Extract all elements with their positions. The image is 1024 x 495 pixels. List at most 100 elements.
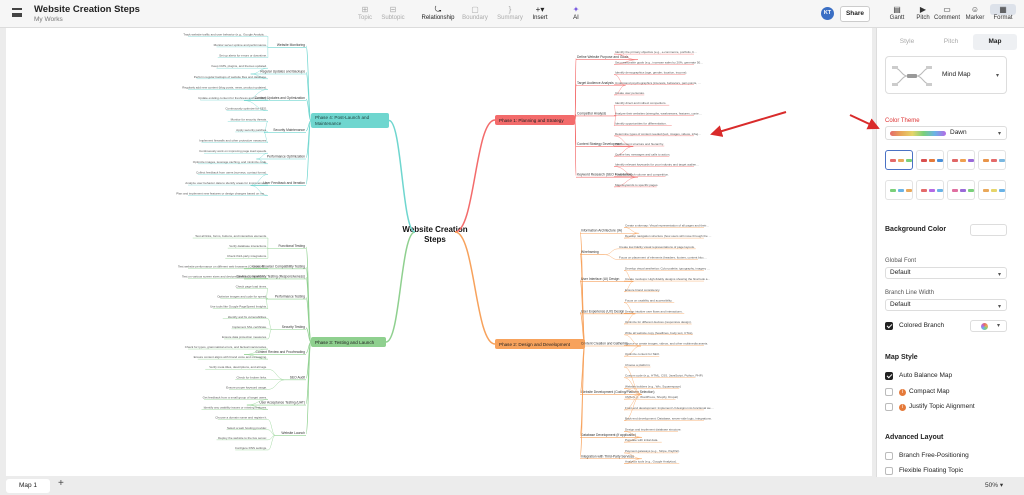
subtopic-label[interactable]: Content Review and Proofreading [256, 350, 306, 354]
tab-pitch[interactable]: Pitch [929, 34, 973, 50]
swatch-color [991, 159, 997, 162]
branch-free-positioning-label: Branch Free-Positioning [899, 452, 969, 459]
color-theme-selector[interactable]: Dawn ▾ [885, 126, 1007, 140]
mind-map-structure-icon [892, 66, 932, 86]
mind-map-canvas[interactable]: Website CreationStepsPhase 1: Planning a… [6, 28, 872, 476]
format-button[interactable]: ▦ Format [990, 4, 1016, 21]
zoom-level[interactable]: 50% ▾ [985, 481, 1003, 489]
comment-icon: ▭ [943, 5, 951, 14]
info-icon[interactable]: i [899, 389, 906, 396]
pitch-button[interactable]: ▶ Pitch [910, 4, 936, 21]
subtopic-label[interactable]: Security Testing [282, 325, 305, 329]
subtopic-label[interactable]: Website Monitoring [277, 43, 305, 47]
theme-swatch[interactable] [978, 180, 1006, 200]
colored-branch-picker[interactable]: ▾ [970, 320, 1007, 332]
global-font-select[interactable]: Default ▾ [885, 267, 1007, 279]
tab-map[interactable]: Map [973, 34, 1017, 50]
share-button[interactable]: Share [840, 6, 870, 22]
swatch-color [968, 189, 974, 192]
map-style-label: Map Style [885, 354, 918, 361]
theme-swatch[interactable] [947, 180, 975, 200]
subtopic-label[interactable]: Website Development (Coding/Platform Sel… [581, 390, 654, 394]
chevron-down-icon: ▾ [997, 323, 1001, 329]
pitch-icon: ▶ [919, 5, 927, 14]
compact-map-checkbox[interactable] [885, 388, 893, 396]
auto-balance-checkbox[interactable] [885, 372, 893, 380]
theme-swatch[interactable] [978, 150, 1006, 170]
subtopic-label[interactable]: Performance Optimization [267, 155, 305, 159]
background-color-picker[interactable] [970, 224, 1007, 236]
subtopic-label[interactable]: Content Creation and Gathering [581, 342, 628, 346]
swatch-color [921, 189, 927, 192]
subtopic-label[interactable]: SEO Audit [290, 375, 305, 379]
ai-tool-button[interactable]: ✦ AI [556, 4, 596, 21]
relationship-icon: ⤿ [434, 5, 442, 14]
detail-label: Use tools like Google PageSpeed Insights… [210, 305, 267, 309]
subtopic-label[interactable]: User Experience (UX) Design [581, 309, 624, 313]
subtopic-label[interactable]: Target Audience Analysis [577, 81, 614, 85]
swatch-color [937, 159, 943, 162]
relationship-tool-button[interactable]: ⤿ Relationship [418, 4, 458, 21]
subtopic-branch [574, 119, 577, 177]
flexible-floating-checkbox[interactable] [885, 467, 893, 475]
subtopic-label[interactable]: Wireframing [581, 250, 599, 254]
theme-swatch[interactable] [916, 180, 944, 200]
detail-label: Monitor server uptime and performance. [214, 43, 268, 47]
detail-label: Plan and implement new features or desig… [176, 192, 267, 196]
subtopic-label[interactable]: User Feedback and Iteration [263, 181, 305, 185]
detail-label: Verify meta titles, descriptions, and al… [209, 365, 267, 369]
detail-label: Map keywords to specific pages. [615, 183, 659, 187]
subtopic-label[interactable]: User Acceptance Testing (UAT) [259, 401, 305, 405]
insert-icon: +▾ [535, 5, 545, 14]
subtopic-label[interactable]: Competitor Analysis [577, 111, 606, 115]
detail-label: Design intuitive user flows and interact… [625, 309, 683, 313]
user-avatar[interactable]: KT [821, 7, 834, 20]
theme-swatch[interactable] [947, 150, 975, 170]
subtopic-label[interactable]: Security Maintenance [273, 128, 305, 132]
advanced-layout-label: Advanced Layout [885, 434, 944, 441]
branch-line [385, 231, 416, 343]
detail-label: Check for typos, grammatical errors, and… [185, 345, 267, 349]
detail-label: Ensure proper keyword usage. [226, 385, 267, 389]
detail-label: Check page load times. [236, 285, 268, 289]
theme-swatch[interactable] [885, 180, 913, 200]
detail-label: Update existing content for freshness an… [198, 96, 267, 100]
branch-line-width-select[interactable]: Default ▾ [885, 299, 1007, 311]
justify-topic-checkbox[interactable] [885, 403, 893, 411]
sheet-tab-map-1[interactable]: Map 1 [6, 479, 50, 493]
subtopic-tool-button[interactable]: ⊟ Subtopic [373, 4, 413, 21]
boundary-tool-button[interactable]: ▢ Boundary [455, 4, 495, 21]
subtopic-label[interactable]: Information Architecture (IA) [581, 229, 622, 233]
detail-label: Implement firewalls and other protective… [199, 139, 267, 143]
subtopic-label[interactable]: Define Website Purpose and Goals [577, 55, 629, 59]
detail-label: Understand psychographics (interests, be… [615, 81, 701, 85]
plus-icon[interactable]: + [58, 478, 64, 489]
swatch-color [960, 189, 966, 192]
subtopic-label[interactable]: Website Launch [281, 431, 305, 435]
theme-swatch[interactable] [885, 150, 913, 170]
gantt-button[interactable]: ▤ Gantt [884, 4, 910, 21]
insert-tool-button[interactable]: +▾ Insert [520, 4, 560, 21]
tab-style[interactable]: Style [885, 34, 929, 50]
document-title[interactable]: Website Creation Steps [34, 4, 140, 15]
info-icon[interactable]: i [899, 404, 906, 411]
branch-free-positioning-checkbox[interactable] [885, 452, 893, 460]
detail-label: Outline key messages and calls to action… [615, 152, 670, 156]
subtopic-label[interactable]: User Interface (UI) Design [581, 277, 619, 281]
swatch-color [890, 159, 896, 162]
breadcrumb-my-works[interactable]: My Works [34, 16, 63, 23]
subtopic-label[interactable]: Database Development (if applicable) [581, 433, 636, 437]
structure-selector[interactable]: Mind Map ▾ [885, 56, 1007, 94]
colored-branch-label: Colored Branch [899, 322, 945, 329]
theme-swatch[interactable] [916, 150, 944, 170]
swatch-color [929, 159, 935, 162]
hamburger-menu-icon[interactable] [12, 8, 22, 17]
comment-button[interactable]: ▭ Comment [934, 4, 960, 21]
subtopic-label[interactable]: Functional Testing [278, 244, 305, 248]
colored-branch-checkbox[interactable] [885, 322, 893, 330]
marker-button[interactable]: ☺ Marker [962, 4, 988, 21]
subtopic-label[interactable]: Integration with Third-Party Services [581, 454, 634, 458]
subtopic-label[interactable]: Regular Updates and Backups [260, 70, 305, 74]
detail-label: Analyze their websites (strengths, weakn… [615, 111, 702, 115]
subtopic-label[interactable]: Performance Testing [275, 295, 305, 299]
